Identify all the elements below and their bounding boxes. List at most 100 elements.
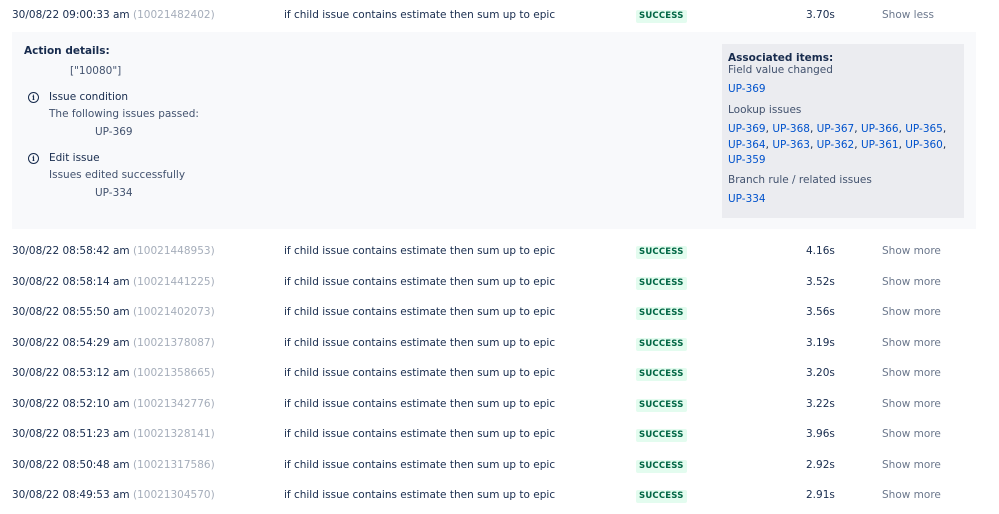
execution-id: (10021378087) bbox=[133, 336, 215, 349]
issue-link[interactable]: UP-360 bbox=[905, 139, 943, 151]
step-issue-key: UP-334 bbox=[95, 187, 133, 199]
issue-link[interactable]: UP-362 bbox=[817, 139, 855, 151]
branch-rule-links: UP-334 bbox=[728, 192, 960, 208]
audit-row: 30/08/22 08:53:12 am (10021358665) if ch… bbox=[0, 358, 999, 388]
rule-name: if child issue contains estimate then su… bbox=[284, 9, 556, 21]
issue-link[interactable]: UP-367 bbox=[817, 123, 855, 135]
rule-name: if child issue contains estimate then su… bbox=[284, 397, 556, 410]
status-badge: SUCCESS bbox=[636, 368, 687, 381]
status-badge: SUCCESS bbox=[636, 398, 687, 412]
rule-name: if child issue contains estimate then su… bbox=[284, 428, 556, 440]
show-more-button[interactable]: Show more bbox=[882, 276, 941, 288]
execution-date: 30/08/22 08:58:42 am (10021448953) bbox=[12, 245, 215, 257]
rule-name: if child issue contains estimate then su… bbox=[284, 336, 556, 349]
info-icon: i bbox=[28, 92, 39, 103]
show-more-button[interactable]: Show more bbox=[882, 367, 941, 379]
rule-name: if child issue contains estimate then su… bbox=[284, 275, 556, 288]
issue-link[interactable]: UP-361 bbox=[861, 139, 899, 151]
execution-id: (10021448953) bbox=[133, 245, 215, 257]
action-details-title: Action details: bbox=[24, 45, 110, 57]
execution-id: (10021342776) bbox=[133, 397, 215, 410]
action-payload: ["10080"] bbox=[70, 65, 122, 77]
execution-date: 30/08/22 08:52:10 am (10021342776) bbox=[12, 397, 215, 410]
issue-link[interactable]: UP-363 bbox=[772, 139, 810, 151]
audit-row-expanded: 30/08/22 09:00:33 am (10021482402) if ch… bbox=[0, 0, 999, 30]
status-badge: SUCCESS bbox=[636, 10, 687, 23]
issue-link[interactable]: UP-369 bbox=[728, 123, 766, 135]
step-title: Edit issue bbox=[49, 152, 100, 164]
audit-row: 30/08/22 08:54:29 am (10021378087) if ch… bbox=[0, 328, 999, 358]
info-icon: i bbox=[28, 153, 39, 164]
duration: 3.19s bbox=[806, 336, 835, 349]
duration: 3.96s bbox=[806, 428, 835, 440]
associated-items-box: Associated items: Field value changed UP… bbox=[722, 44, 964, 218]
execution-date: 30/08/22 08:51:23 am (10021328141) bbox=[12, 428, 215, 440]
status-badge: SUCCESS bbox=[636, 459, 687, 473]
execution-id: (10021358665) bbox=[133, 367, 215, 379]
show-less-button[interactable]: Show less bbox=[882, 9, 934, 21]
field-changed-label: Field value changed bbox=[728, 64, 833, 76]
execution-id: (10021304570) bbox=[133, 489, 215, 501]
issue-link[interactable]: UP-364 bbox=[728, 139, 766, 151]
execution-date: 30/08/22 09:00:33 am (10021482402) bbox=[12, 9, 215, 21]
status-badge: SUCCESS bbox=[636, 276, 687, 290]
execution-date: 30/08/22 08:50:48 am (10021317586) bbox=[12, 458, 215, 471]
issue-link[interactable]: UP-369 bbox=[728, 83, 766, 95]
show-more-button[interactable]: Show more bbox=[882, 306, 941, 318]
duration: 3.22s bbox=[806, 397, 835, 410]
lookup-issues-links: UP-369, UP-368, UP-367, UP-366, UP-365, … bbox=[728, 123, 947, 166]
rule-name: if child issue contains estimate then su… bbox=[284, 458, 556, 471]
duration: 4.16s bbox=[806, 245, 835, 257]
status-badge: SUCCESS bbox=[636, 490, 687, 503]
audit-row: 30/08/22 08:58:42 am (10021448953) if ch… bbox=[0, 236, 999, 266]
execution-date: 30/08/22 08:49:53 am (10021304570) bbox=[12, 489, 215, 501]
field-changed-links: UP-369 bbox=[728, 82, 960, 98]
status-badge: SUCCESS bbox=[636, 246, 687, 259]
action-details-panel: Action details: ["10080"] i Issue condit… bbox=[12, 32, 976, 229]
audit-row: 30/08/22 08:50:48 am (10021317586) if ch… bbox=[0, 450, 999, 480]
execution-date: 30/08/22 08:54:29 am (10021378087) bbox=[12, 336, 215, 349]
audit-row: 30/08/22 08:58:14 am (10021441225) if ch… bbox=[0, 267, 999, 297]
issue-link[interactable]: UP-368 bbox=[772, 123, 810, 135]
duration: 3.20s bbox=[806, 367, 835, 379]
issue-link[interactable]: UP-365 bbox=[905, 123, 943, 135]
execution-id: (10021317586) bbox=[133, 458, 215, 471]
rule-name: if child issue contains estimate then su… bbox=[284, 245, 556, 257]
duration: 3.52s bbox=[806, 275, 835, 288]
associated-items-heading: Associated items: bbox=[728, 52, 834, 64]
duration: 3.56s bbox=[806, 306, 835, 318]
execution-date: 30/08/22 08:58:14 am (10021441225) bbox=[12, 275, 215, 288]
status-badge: SUCCESS bbox=[636, 429, 687, 442]
audit-row: 30/08/22 08:51:23 am (10021328141) if ch… bbox=[0, 419, 999, 449]
step-issue-key: UP-369 bbox=[95, 126, 133, 138]
duration: 2.91s bbox=[806, 489, 835, 501]
rule-name: if child issue contains estimate then su… bbox=[284, 489, 556, 501]
show-more-button[interactable]: Show more bbox=[882, 489, 941, 501]
step-title: Issue condition bbox=[49, 91, 129, 103]
step-description: The following issues passed: bbox=[49, 108, 199, 120]
branch-rule-label: Branch rule / related issues bbox=[728, 174, 872, 186]
audit-row: 30/08/22 08:52:10 am (10021342776) if ch… bbox=[0, 389, 999, 419]
show-more-button[interactable]: Show more bbox=[882, 337, 941, 349]
execution-id: (10021328141) bbox=[133, 428, 215, 440]
status-badge: SUCCESS bbox=[636, 307, 687, 320]
execution-date: 30/08/22 08:53:12 am (10021358665) bbox=[12, 367, 215, 379]
issue-link[interactable]: UP-366 bbox=[861, 123, 899, 135]
show-more-button[interactable]: Show more bbox=[882, 398, 941, 410]
show-more-button[interactable]: Show more bbox=[882, 428, 941, 440]
show-more-button[interactable]: Show more bbox=[882, 459, 941, 471]
audit-row: 30/08/22 08:55:50 am (10021402073) if ch… bbox=[0, 297, 999, 327]
duration: 3.70s bbox=[806, 9, 835, 21]
rule-name: if child issue contains estimate then su… bbox=[284, 306, 556, 318]
audit-row: 30/08/22 08:49:53 am (10021304570) if ch… bbox=[0, 480, 999, 510]
show-more-button[interactable]: Show more bbox=[882, 245, 941, 257]
execution-id: (10021441225) bbox=[133, 275, 215, 288]
execution-id: (10021402073) bbox=[133, 306, 215, 318]
execution-date: 30/08/22 08:55:50 am (10021402073) bbox=[12, 306, 215, 318]
duration: 2.92s bbox=[806, 458, 835, 471]
lookup-issues-label: Lookup issues bbox=[728, 104, 802, 116]
step-description: Issues edited successfully bbox=[49, 169, 186, 181]
rule-name: if child issue contains estimate then su… bbox=[284, 367, 556, 379]
issue-link[interactable]: UP-334 bbox=[728, 193, 766, 205]
issue-link[interactable]: UP-359 bbox=[728, 154, 766, 166]
